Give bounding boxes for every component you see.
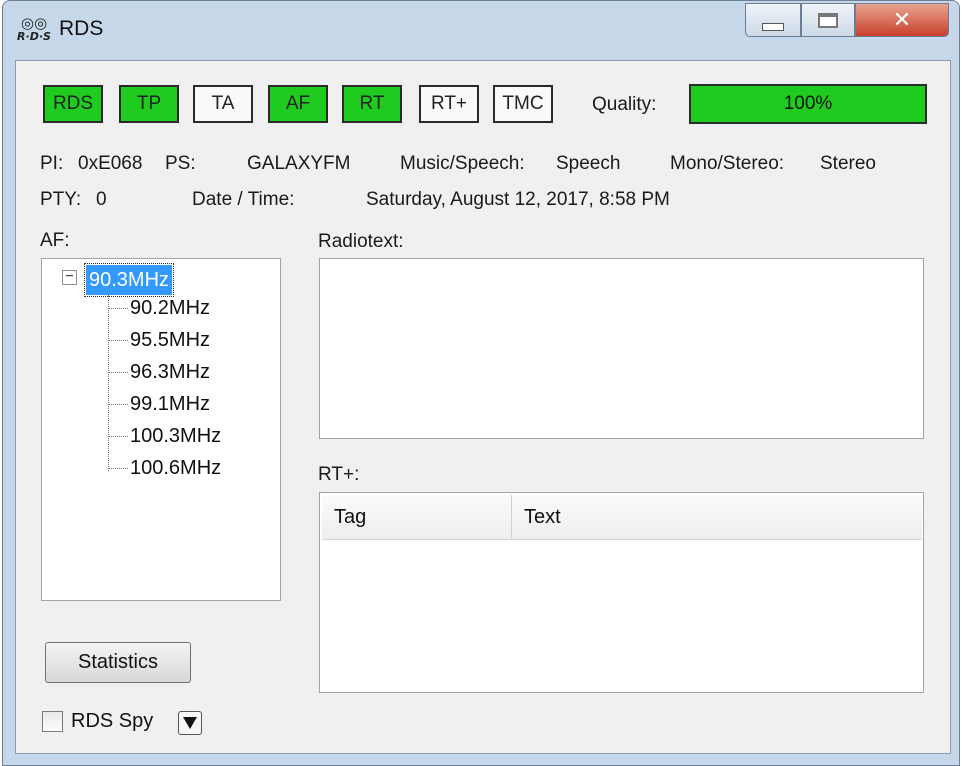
collapse-icon[interactable]: − [62, 269, 77, 285]
pi-value: 0xE068 [78, 153, 143, 174]
af-root-label[interactable]: 90.3MHz [83, 263, 175, 297]
rds-window: ◎◎ R·D·S RDS ✕ RDS TP TA AF RT RT+ TMC Qu… [2, 0, 960, 766]
quality-label: Quality: [592, 94, 657, 115]
maximize-button[interactable] [801, 3, 855, 37]
radiotext-label: Radiotext: [318, 231, 404, 252]
af-item[interactable]: 100.3MHz [108, 422, 221, 450]
indicator-rtplus: RT+ [419, 85, 479, 123]
af-item[interactable]: 99.1MHz [108, 390, 210, 418]
ps-label: PS: [165, 153, 196, 174]
quality-value: 100% [783, 93, 833, 114]
radiotext-box[interactable] [319, 258, 924, 439]
af-item[interactable]: 95.5MHz [108, 326, 210, 354]
music-speech-label: Music/Speech: [400, 153, 525, 174]
af-item[interactable]: 100.6MHz [108, 454, 221, 482]
indicator-rds: RDS [43, 85, 103, 123]
rtplus-table-header: Tag Text [322, 495, 922, 540]
quality-meter: 100% [689, 84, 927, 124]
rds-spy-label: RDS Spy [71, 710, 154, 732]
indicator-ta: TA [193, 85, 253, 123]
indicator-tmc: TMC [493, 85, 553, 123]
window-title: RDS [59, 17, 104, 40]
datetime-label: Date / Time: [192, 189, 295, 210]
af-tree[interactable]: − 90.3MHz 90.2MHz 95.5MHz 96.3MHz 99.1MH… [41, 258, 281, 601]
af-label: AF: [40, 230, 70, 251]
triangle-down-icon [183, 717, 197, 729]
datetime-value: Saturday, August 12, 2017, 8:58 PM [366, 189, 670, 210]
column-header-tag[interactable]: Tag [322, 495, 512, 539]
pi-label: PI: [40, 153, 64, 174]
mono-stereo-value: Stereo [820, 153, 876, 174]
indicator-tp: TP [119, 85, 179, 123]
title-bar[interactable]: ◎◎ R·D·S RDS ✕ [3, 1, 959, 59]
indicator-af: AF [268, 85, 328, 123]
minimize-button[interactable] [745, 3, 801, 37]
music-speech-value: Speech [556, 153, 621, 174]
close-button[interactable]: ✕ [855, 3, 949, 37]
ps-value: GALAXYFM [247, 153, 351, 174]
column-header-text[interactable]: Text [512, 495, 922, 539]
minimize-icon [762, 23, 784, 31]
af-item[interactable]: 96.3MHz [108, 358, 210, 386]
client-area: RDS TP TA AF RT RT+ TMC Quality: 100% PI… [15, 60, 951, 754]
rds-spy-dropdown-button[interactable] [178, 711, 202, 735]
mono-stereo-label: Mono/Stereo: [670, 153, 785, 174]
statistics-button[interactable]: Statistics [45, 642, 191, 683]
rtplus-label: RT+: [318, 464, 360, 485]
close-icon: ✕ [892, 7, 912, 33]
rds-spy-checkbox[interactable] [42, 711, 63, 732]
indicator-rt: RT [342, 85, 402, 123]
rds-logo-icon: ◎◎ R·D·S [17, 14, 51, 43]
maximize-icon [818, 12, 838, 28]
pty-value: 0 [96, 189, 107, 210]
pty-label: PTY: [40, 189, 82, 210]
af-item[interactable]: 90.2MHz [108, 294, 210, 322]
